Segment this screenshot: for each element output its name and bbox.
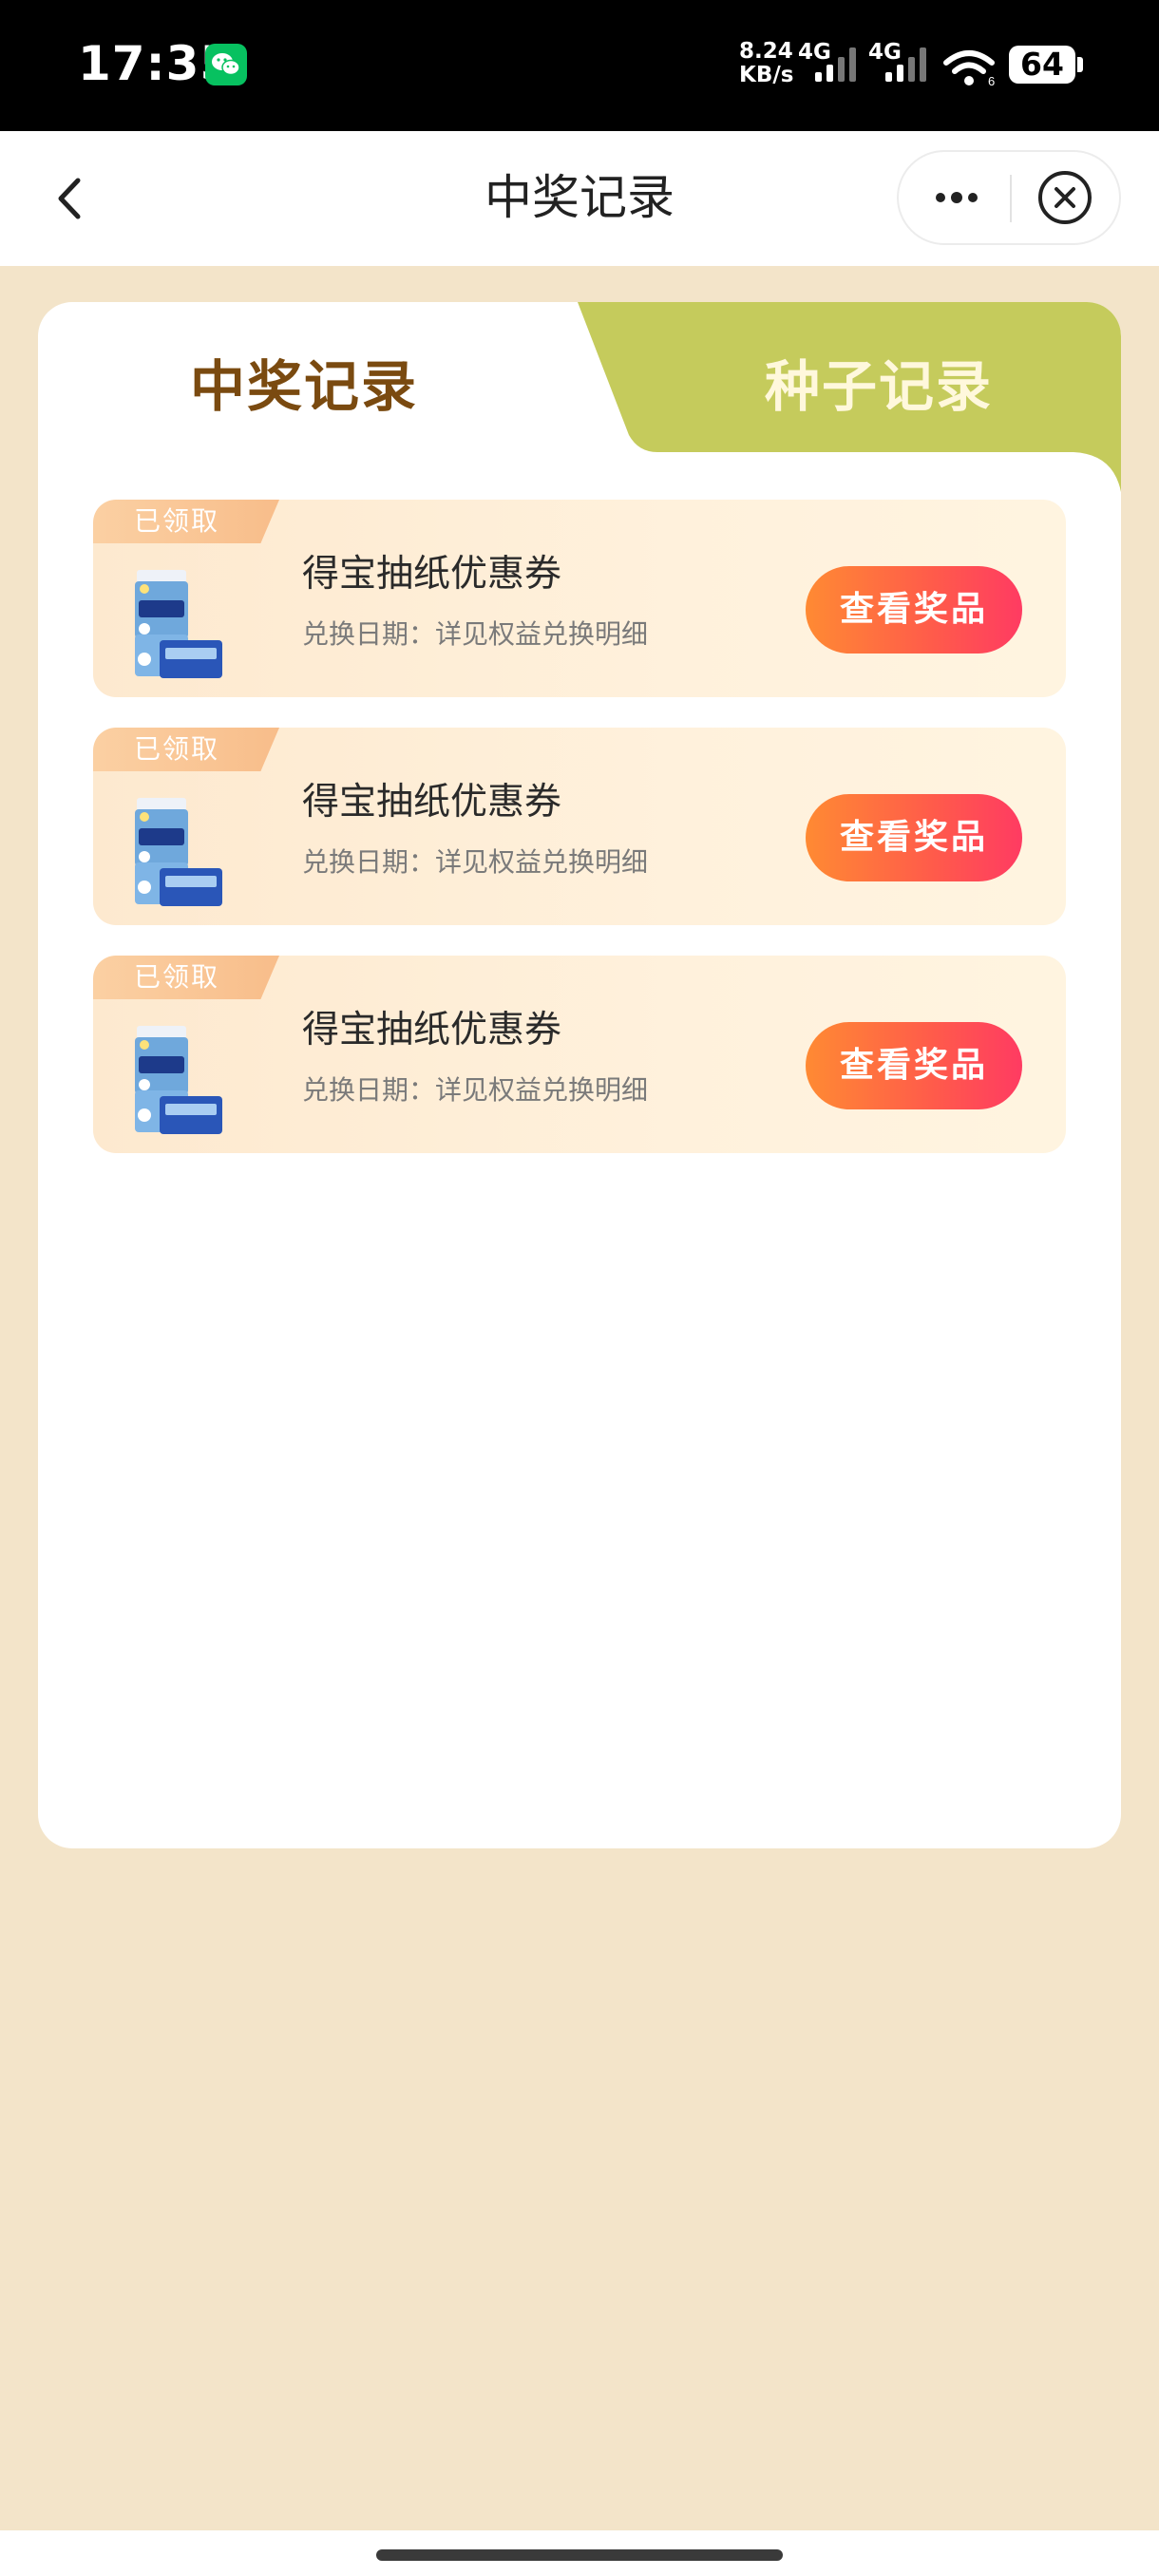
tab-seed-records[interactable]: 种子记录 (636, 342, 1121, 422)
tab-winning-records[interactable]: 中奖记录 (38, 342, 570, 422)
capsule-divider (1010, 175, 1012, 222)
battery-indicator: 64 (1009, 46, 1075, 84)
svg-text:6: 6 (988, 74, 995, 87)
record-date: 兑换日期：详见权益兑换明细 (302, 1074, 649, 1106)
tissue-product-image (135, 1026, 222, 1134)
gesture-bar (0, 2530, 1159, 2576)
view-prize-button[interactable]: 查看奖品 (806, 1022, 1022, 1109)
more-dots-icon (936, 192, 978, 203)
tissue-product-image (135, 570, 222, 678)
battery-cap (1077, 57, 1083, 72)
close-circle-icon (1038, 171, 1092, 224)
view-prize-button[interactable]: 查看奖品 (806, 794, 1022, 881)
record-date: 兑换日期：详见权益兑换明细 (302, 618, 649, 650)
net-speed: 8.24 KB/s (739, 40, 793, 87)
record-title: 得宝抽纸优惠券 (302, 553, 562, 596)
claimed-badge: 已领取 (93, 500, 279, 543)
nav-bar: 中奖记录 (0, 131, 1159, 266)
miniprogram-capsule (897, 150, 1121, 245)
close-button[interactable] (1026, 165, 1104, 230)
record-item: 已领取 得宝抽纸优惠券 兑换日期：详见权益兑换明细 查看奖品 (93, 956, 1066, 1153)
wechat-icon (205, 44, 247, 85)
more-button[interactable] (918, 165, 996, 230)
home-indicator[interactable] (376, 2549, 783, 2561)
net-speed-value: 8.24 (739, 39, 793, 64)
signal-icon (815, 47, 856, 82)
records-card: 中奖记录 种子记录 已领取 得宝抽纸优惠券 兑换日期：详见权益兑换明细 查看奖品… (38, 302, 1121, 1848)
claimed-badge: 已领取 (93, 956, 279, 999)
record-title: 得宝抽纸优惠券 (302, 781, 562, 824)
net-speed-unit: KB/s (739, 63, 794, 87)
record-item: 已领取 得宝抽纸优惠券 兑换日期：详见权益兑换明细 查看奖品 (93, 728, 1066, 925)
record-title: 得宝抽纸优惠券 (302, 1009, 562, 1051)
status-bar: 17:35 8.24 KB/s 4G 4G 6 64 (0, 0, 1159, 131)
tissue-product-image (135, 798, 222, 906)
record-date: 兑换日期：详见权益兑换明细 (302, 846, 649, 878)
record-item: 已领取 得宝抽纸优惠券 兑换日期：详见权益兑换明细 查看奖品 (93, 500, 1066, 697)
wifi-icon: 6 (943, 50, 995, 87)
signal-icon (885, 47, 926, 82)
claimed-badge: 已领取 (93, 728, 279, 771)
view-prize-button[interactable]: 查看奖品 (806, 566, 1022, 653)
